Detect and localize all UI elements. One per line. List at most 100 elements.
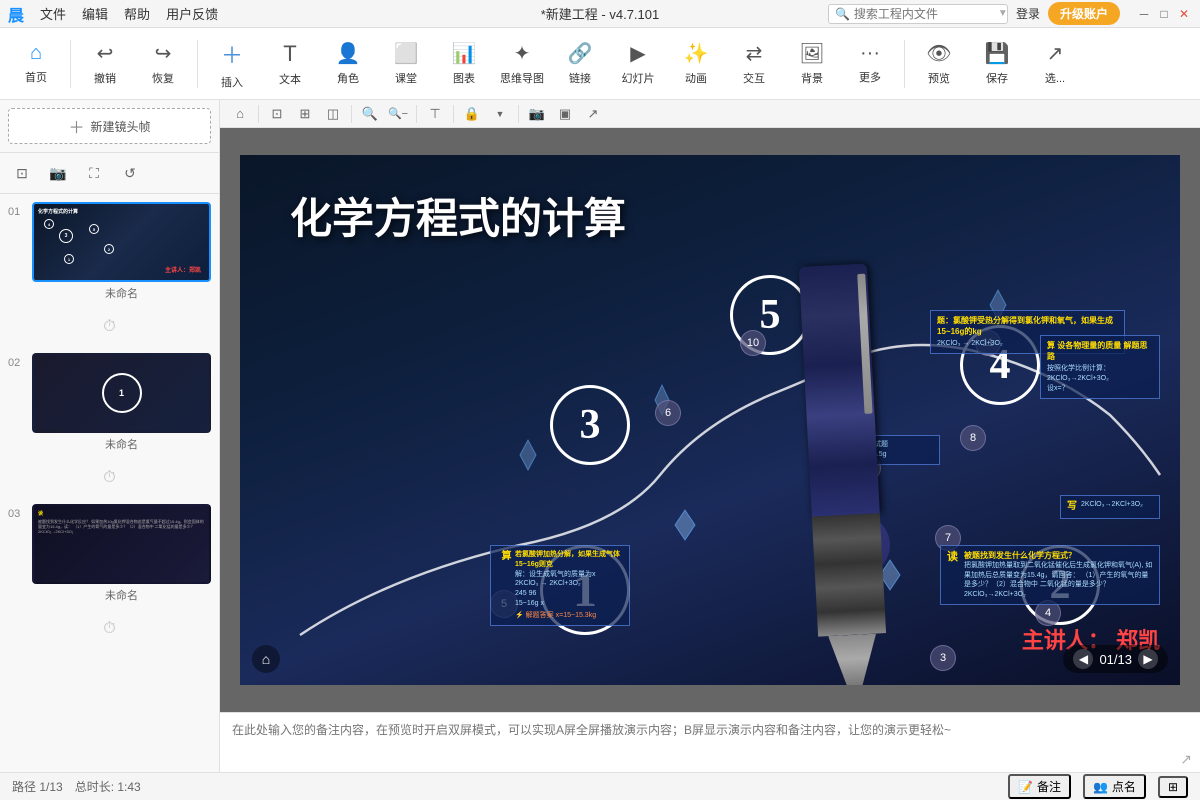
canvas-export-btn[interactable]: ↗ [581, 102, 605, 126]
toolbar-background[interactable]: 🖼 背景 [784, 32, 840, 96]
toolbar-mindmap[interactable]: ✦ 思维导图 [494, 32, 550, 96]
frame-label-03: 未命名 [32, 587, 211, 603]
background-icon: 🖼 [799, 41, 824, 66]
thumb-circle-4: 4 [44, 219, 54, 229]
more-status-button[interactable]: ⊞ [1158, 776, 1188, 798]
slideshow-icon: ▶ [630, 41, 645, 66]
frame-number-02: 02 [8, 353, 24, 369]
login-button[interactable]: 登录 [1016, 5, 1040, 22]
home-icon: ⌂ [30, 42, 42, 65]
toolbar-classroom[interactable]: ⬜ 课堂 [378, 32, 434, 96]
menu-edit[interactable]: 编辑 [82, 4, 108, 23]
toolbar-link[interactable]: 🔗 链接 [552, 32, 608, 96]
frame-thumb-02[interactable]: 1 [32, 353, 211, 433]
slide-home-button[interactable]: ⌂ [252, 645, 280, 673]
menu-file[interactable]: 文件 [40, 4, 66, 23]
toolbar-text[interactable]: T 文本 [262, 32, 318, 96]
toolbar-save[interactable]: 💾 保存 [969, 32, 1025, 96]
slide-canvas[interactable]: 化学方程式的计算 1 [220, 128, 1200, 712]
read-content: 被题找到发生什么化学方程式？ 把氯酸钾加热量取到二氧化锰催化后生成氯化钾和氧气(… [964, 550, 1153, 600]
frame-divider-03: ⏱ [8, 615, 211, 643]
toolbar-chart-label: 图表 [453, 70, 475, 86]
frame-item-01: 01 化学方程式的计算 3 4 5 2 1 主讲人：郑凯 [8, 202, 211, 301]
notes-expand-button[interactable]: ↗ [1180, 751, 1192, 768]
copy-frame-button[interactable]: ⊡ [8, 159, 36, 187]
canvas-grid-btn[interactable]: ⊞ [293, 102, 317, 126]
toolbar-interactive[interactable]: ⇄ 交互 [726, 32, 782, 96]
undo-frame-button[interactable]: ↺ [116, 159, 144, 187]
minimize-button[interactable]: ─ [1136, 6, 1152, 22]
frame-thumb-wrap-03[interactable]: 读 被题找到发生什么化学反应？ 如果加热10g氯化钾混合物若是氯气量不超过15.… [32, 504, 211, 603]
divider-icon-02: ⏱ [103, 469, 115, 487]
camera-button[interactable]: 📷 [44, 159, 72, 187]
toolbar-undo[interactable]: ↩ 撤销 [77, 32, 133, 96]
slide-next-button[interactable]: ▶ [1138, 649, 1158, 669]
sidebar-tools: ⊡ 📷 ⛶ ↺ [0, 153, 219, 194]
frame-thumb-wrap-02[interactable]: 1 未命名 [32, 353, 211, 452]
toolbar-insert[interactable]: ＋ 插入 [204, 32, 260, 96]
frame-thumb-03[interactable]: 读 被题找到发生什么化学反应？ 如果加热10g氯化钾混合物若是氯气量不超过15.… [32, 504, 211, 584]
link-icon: 🔗 [568, 41, 593, 66]
canvas-align-btn[interactable]: ⊤ [423, 102, 447, 126]
menu-feedback[interactable]: 用户反馈 [166, 4, 218, 23]
canvas-lock-btn[interactable]: 🔒 [460, 102, 484, 126]
toolbar-slideshow-label: 幻灯片 [622, 70, 655, 86]
menu-help[interactable]: 帮助 [124, 4, 150, 23]
notes-area: ↗ [220, 712, 1200, 772]
canvas-home-btn[interactable]: ⌂ [228, 102, 252, 126]
fullscreen-button[interactable]: ⛶ [80, 159, 108, 187]
toolbar-more[interactable]: ··· 更多 [842, 32, 898, 96]
frame-thumb-01[interactable]: 化学方程式的计算 3 4 5 2 1 主讲人：郑凯 [32, 202, 211, 282]
search-input[interactable] [854, 7, 994, 21]
slide-title: 化学方程式的计算 [290, 185, 626, 246]
logo-icon: 晨 [8, 2, 24, 26]
left-calc-header: 若氯酸钾加热分解，如果生成气体15~16g则克 [515, 550, 623, 570]
info-box-calc-header: 算 设各物理量的质量 解题思路 [1047, 340, 1153, 362]
canvas-zoom-in-btn[interactable]: 🔍 [358, 102, 382, 126]
canvas-layer-btn[interactable]: ▣ [553, 102, 577, 126]
circle-3: 3 [550, 385, 630, 465]
add-frame-button[interactable]: ＋ 新建镜头帧 [8, 108, 211, 144]
slide-content: 化学方程式的计算 1 [240, 155, 1180, 685]
thumb-circle-2: 2 [104, 244, 114, 254]
frame-divider-01: ⏱ [8, 313, 211, 341]
attendance-button[interactable]: 👥 点名 [1083, 774, 1146, 799]
canvas-lock-dropdown-btn[interactable]: ▼ [488, 102, 512, 126]
notes-button[interactable]: 📝 备注 [1008, 774, 1071, 799]
maximize-button[interactable]: □ [1156, 6, 1172, 22]
toolbar-preview[interactable]: 👁 预览 [911, 32, 967, 96]
toolbar-export[interactable]: ↗ 选... [1027, 32, 1083, 96]
classroom-icon: ⬜ [394, 41, 419, 66]
toolbar-character[interactable]: 👤 角色 [320, 32, 376, 96]
frame-item-03: 03 读 被题找到发生什么化学反应？ 如果加热10g氯化钾混合物若是氯气量不超过… [8, 504, 211, 603]
canvas-area: ⌂ ⊡ ⊞ ◫ 🔍 🔍− ⊤ 🔒 ▼ 📷 ▣ ↗ [220, 100, 1200, 772]
canvas-fit-btn[interactable]: ⊡ [265, 102, 289, 126]
statusbar: 路径 1/13 总时长: 1:43 📝 备注 👥 点名 ⊞ [0, 772, 1200, 800]
small-circle-3b: 3 [930, 645, 956, 671]
animation-icon: ✨ [684, 41, 709, 66]
status-right: 📝 备注 👥 点名 ⊞ [1008, 774, 1188, 799]
left-calc-content: 若氯酸钾加热分解，如果生成气体15~16g则克 解：设生成氧气的质量为x2KCl… [515, 550, 623, 621]
slide-prev-button[interactable]: ◀ [1073, 649, 1093, 669]
canvas-sep-5 [518, 105, 519, 123]
toolbar-chart[interactable]: 📊 图表 [436, 32, 492, 96]
toolbar-redo[interactable]: ↪ 恢复 [135, 32, 191, 96]
notes-textarea[interactable] [232, 721, 1188, 764]
search-box[interactable]: 🔍 ▼ [828, 4, 1008, 24]
close-button[interactable]: ✕ [1176, 6, 1192, 22]
toolbar-animation[interactable]: ✨ 动画 [668, 32, 724, 96]
canvas-camera-btn[interactable]: 📷 [525, 102, 549, 126]
canvas-zoom-out-btn[interactable]: 🔍− [386, 102, 410, 126]
search-icon: 🔍 [835, 7, 850, 21]
toolbar-home[interactable]: ⌂ 首页 [8, 32, 64, 96]
toolbar-slideshow[interactable]: ▶ 幻灯片 [610, 32, 666, 96]
canvas-split-btn[interactable]: ◫ [321, 102, 345, 126]
upgrade-button[interactable]: 升级账户 [1048, 2, 1120, 25]
attendance-label: 点名 [1112, 778, 1136, 795]
small-circle-6: 6 [655, 400, 681, 426]
toolbar-preview-label: 预览 [928, 70, 950, 86]
search-dropdown-icon[interactable]: ▼ [998, 8, 1008, 19]
read-body: 把氯酸钾加热量取到二氧化锰催化后生成氯化钾和氧气(A), 如果加热后总质量变为1… [964, 561, 1153, 600]
frame-thumb-wrap-01[interactable]: 化学方程式的计算 3 4 5 2 1 主讲人：郑凯 未命名 [32, 202, 211, 301]
info-box-left-inner: 算 若氯酸钾加热分解，如果生成气体15~16g则克 解：设生成氧气的质量为x2K… [497, 550, 623, 621]
